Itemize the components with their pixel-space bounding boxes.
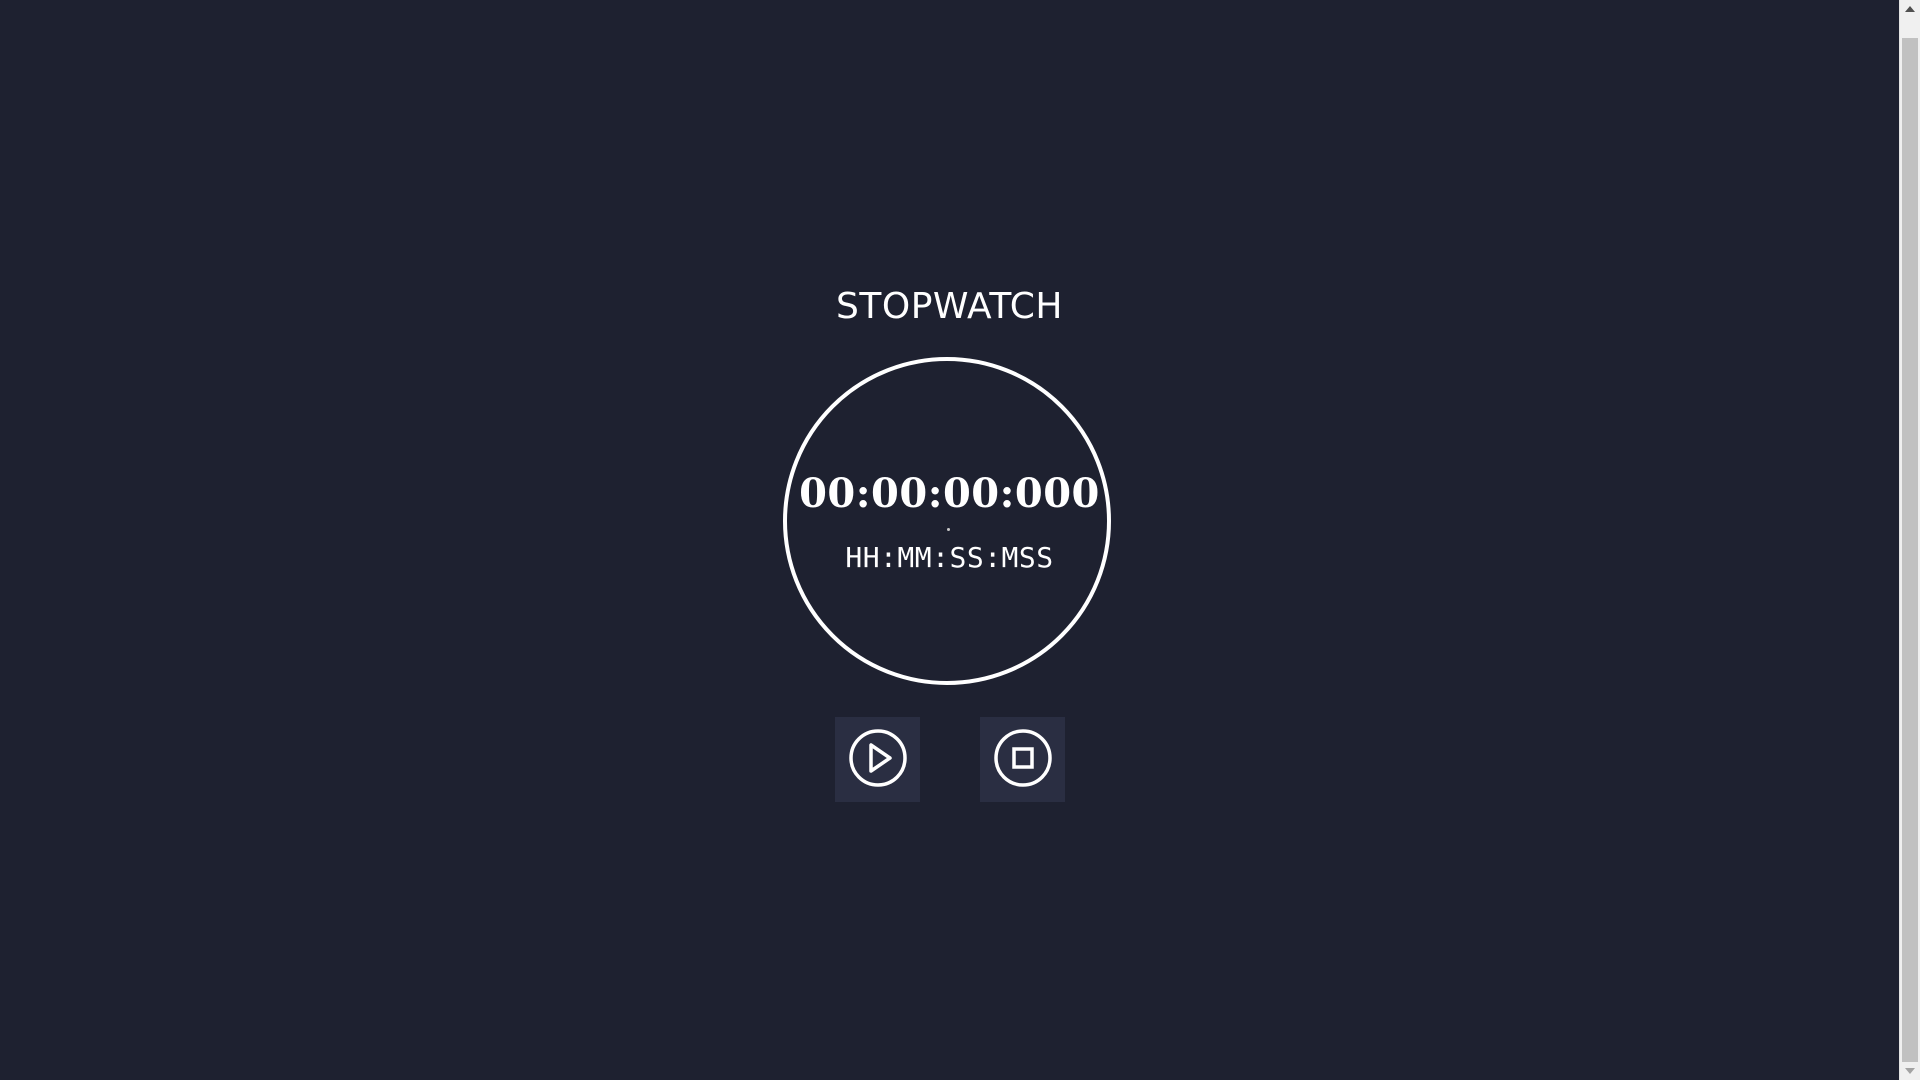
center-dot	[947, 528, 950, 531]
stop-circle-icon	[993, 728, 1053, 791]
scroll-up-arrow-icon[interactable]	[1900, 0, 1920, 18]
page-title: STOPWATCH	[836, 286, 1063, 327]
scroll-down-arrow-icon[interactable]	[1900, 1062, 1920, 1080]
start-button[interactable]	[835, 717, 920, 802]
scrollbar-thumb[interactable]	[1902, 38, 1918, 1062]
time-format-label: HH:MM:SS:MSS	[845, 541, 1054, 574]
time-display: 00:00:00:000	[799, 470, 1100, 517]
vertical-scrollbar[interactable]	[1899, 0, 1920, 1080]
play-circle-icon	[848, 728, 908, 791]
stopwatch-dial	[783, 357, 1111, 685]
stop-button[interactable]	[980, 717, 1065, 802]
stopwatch-page: STOPWATCH 00:00:00:000 HH:MM:SS:MSS	[0, 0, 1920, 1080]
viewport: STOPWATCH 00:00:00:000 HH:MM:SS:MSS	[0, 0, 1899, 1080]
